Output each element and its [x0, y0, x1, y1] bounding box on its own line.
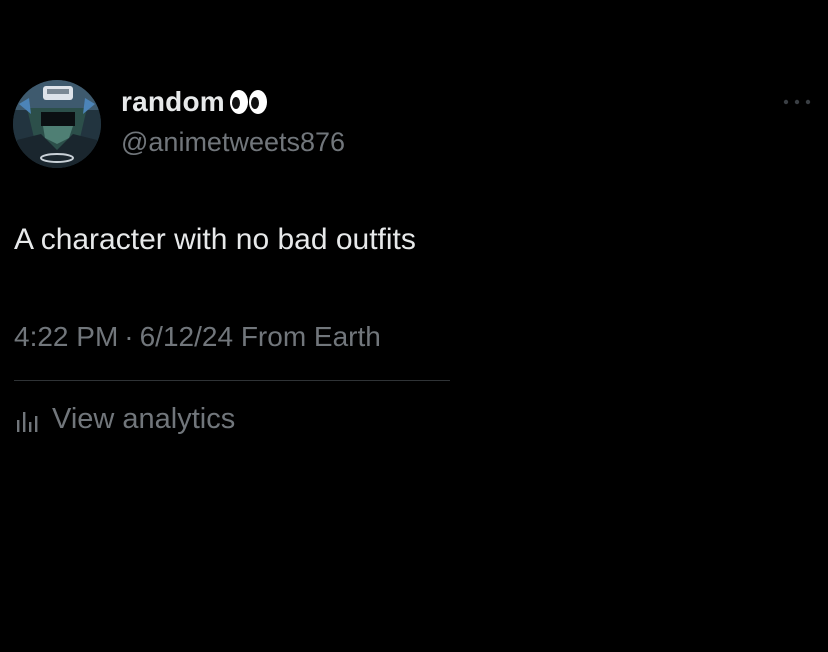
- view-analytics-label: View analytics: [52, 403, 236, 435]
- view-analytics-link[interactable]: View analytics: [14, 403, 235, 436]
- tweet-card: random @animetweets876 A character with …: [0, 0, 828, 652]
- meta-separator: ·: [124, 321, 134, 352]
- author-handle[interactable]: @animetweets876: [121, 127, 345, 158]
- avatar[interactable]: [13, 80, 101, 168]
- eyes-icon: [229, 88, 269, 116]
- tweet-date[interactable]: 6/12/24: [140, 321, 233, 352]
- tweet-meta: 4:22 PM · 6/12/24 From Earth: [14, 321, 381, 353]
- more-options-icon[interactable]: [780, 92, 814, 112]
- author-name-row[interactable]: random: [121, 86, 269, 118]
- tweet-text: A character with no bad outfits: [14, 223, 416, 256]
- author-display-name[interactable]: random: [121, 86, 225, 118]
- tweet-time[interactable]: 4:22 PM: [14, 321, 118, 352]
- tweet-source: From Earth: [240, 321, 381, 352]
- bar-chart-icon: [14, 406, 42, 434]
- divider: [14, 380, 450, 381]
- avatar-character-icon: [13, 80, 101, 168]
